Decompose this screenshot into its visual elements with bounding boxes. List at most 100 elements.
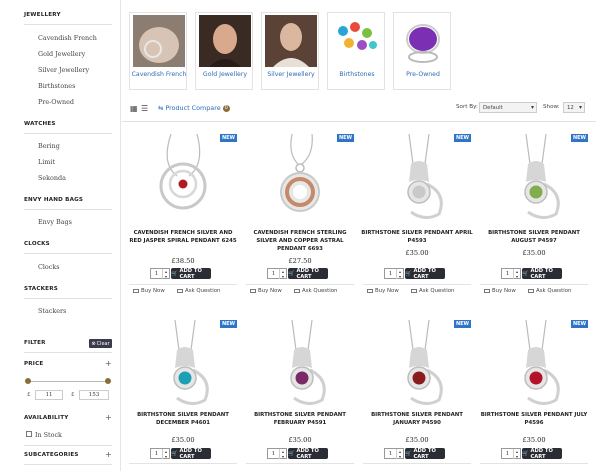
currency-symbol: £ — [71, 392, 75, 398]
add-to-cart-button[interactable]: 🛒 ADD TO CART — [288, 267, 328, 280]
ask-question-link[interactable]: Ask Question — [528, 288, 571, 294]
product-image[interactable] — [248, 319, 352, 408]
divider — [480, 463, 588, 464]
ask-question-link[interactable]: Ask Question — [411, 288, 454, 294]
new-badge: NEW — [337, 134, 354, 142]
category-label: Pre-Owned — [406, 71, 440, 78]
expand-subcategories-icon[interactable]: + — [105, 450, 112, 459]
list-view-icon[interactable]: ☰ — [141, 104, 148, 113]
grid-view-icon[interactable]: ▦ — [130, 104, 138, 113]
price-slider-track[interactable] — [27, 381, 108, 382]
divider — [129, 284, 237, 285]
cart-icon: 🛒 — [405, 450, 412, 457]
quantity-stepper[interactable]: 1 ▴ ▾ — [150, 268, 170, 279]
sidebar-item-envy-bags[interactable]: Envy Bags — [38, 218, 72, 226]
product-image[interactable] — [365, 133, 469, 222]
sidebar: JEWELLERY Cavendish French Gold Jeweller… — [0, 0, 121, 471]
sidebar-item-gold-jewellery[interactable]: Gold Jewellery — [38, 50, 85, 58]
add-to-cart-label: ADD TO CART — [296, 267, 319, 280]
add-to-cart-button[interactable]: 🛒 ADD TO CART — [522, 448, 562, 460]
sort-by-select[interactable]: Default ▾ — [479, 102, 537, 113]
product-name[interactable]: BIRTHSTONE SILVER PENDANT JULY P4596 — [478, 411, 590, 427]
product-image[interactable] — [131, 133, 235, 222]
sidebar-item-clocks[interactable]: Clocks — [38, 263, 60, 271]
product-name[interactable]: BIRTHSTONE SILVER PENDANT JANUARY P4590 — [361, 411, 473, 427]
sidebar-item-sekonda[interactable]: Sekonda — [38, 174, 66, 182]
add-to-cart-button[interactable]: 🛒 ADD TO CART — [405, 268, 445, 280]
ask-question-link[interactable]: Ask Question — [177, 288, 220, 294]
divider — [363, 284, 471, 285]
stepper-arrows-icon: ▴ ▾ — [279, 448, 286, 459]
sidebar-item-bering[interactable]: Bering — [38, 142, 60, 150]
quantity-stepper[interactable]: 1 ▴ ▾ — [384, 268, 404, 279]
add-to-cart-button[interactable]: 🛒 ADD TO CART — [522, 267, 562, 280]
add-to-cart-button[interactable]: 🛒 ADD TO CART — [171, 448, 211, 460]
quantity-value: 1 — [154, 270, 159, 277]
quantity-stepper[interactable]: 1 ▴ ▾ — [267, 268, 287, 279]
buy-now-label: Buy Now — [492, 288, 516, 294]
category-image — [331, 15, 383, 67]
product-image[interactable] — [248, 133, 352, 222]
sidebar-item-limit[interactable]: Limit — [38, 158, 55, 166]
product-image[interactable] — [482, 133, 586, 222]
product-card: NEW BIRTHSTONE SILVER PENDANT JULY P4596… — [476, 318, 592, 471]
ask-question-link[interactable]: Ask Question — [294, 288, 337, 294]
product-card: NEW BIRTHSTONE SILVER PENDANT DECEMBER P… — [125, 318, 241, 471]
price-slider-min-handle[interactable] — [25, 378, 31, 384]
category-tile-pre-owned[interactable]: Pre-Owned — [393, 12, 451, 90]
price-slider-max-handle[interactable] — [105, 378, 111, 384]
buy-now-link[interactable]: Buy Now — [133, 288, 165, 294]
quantity-stepper[interactable]: 1 ▴ ▾ — [150, 448, 170, 459]
category-tile-gold-jewellery[interactable]: Gold Jewellery — [195, 12, 253, 90]
product-image[interactable] — [365, 319, 469, 408]
add-to-cart-label: ADD TO CART — [179, 267, 202, 280]
product-price: £35.00 — [288, 436, 312, 444]
add-to-cart-label: ADD TO CART — [530, 267, 553, 280]
product-image[interactable] — [482, 319, 586, 408]
category-tile-cavendish-french[interactable]: Cavendish French — [129, 12, 187, 90]
product-price: £38.50 — [171, 257, 195, 265]
divider — [24, 445, 112, 446]
product-name[interactable]: CAVENDISH FRENCH SILVER AND RED JASPER S… — [127, 229, 239, 245]
expand-availability-icon[interactable]: + — [105, 413, 112, 422]
compare-icon: ⇆ — [158, 104, 164, 112]
buy-now-icon — [367, 289, 373, 293]
sidebar-item-birthstones[interactable]: Birthstones — [38, 82, 75, 90]
category-label: Gold Jewellery — [202, 71, 248, 78]
price-max-input[interactable]: 153 — [79, 390, 109, 400]
buy-now-link[interactable]: Buy Now — [250, 288, 282, 294]
expand-price-icon[interactable]: + — [105, 359, 112, 368]
product-name[interactable]: BIRTHSTONE SILVER PENDANT FEBRUARY P4591 — [244, 411, 356, 427]
product-compare-label: Product Compare — [165, 104, 221, 112]
mail-icon — [294, 289, 300, 293]
quantity-stepper[interactable]: 1 ▴ ▾ — [501, 268, 521, 279]
product-name[interactable]: CAVENDISH FRENCH STERLING SILVER AND COP… — [244, 229, 356, 253]
buy-now-link[interactable]: Buy Now — [367, 288, 399, 294]
clear-filter-button[interactable]: ⊗ Clear — [89, 339, 112, 348]
show-select[interactable]: 12 ▾ — [563, 102, 585, 113]
buy-now-link[interactable]: Buy Now — [484, 288, 516, 294]
in-stock-checkbox[interactable] — [26, 431, 32, 437]
add-to-cart-button[interactable]: 🛒 ADD TO CART — [171, 267, 211, 280]
add-to-cart-button[interactable]: 🛒 ADD TO CART — [405, 448, 445, 460]
product-name[interactable]: BIRTHSTONE SILVER PENDANT AUGUST P4597 — [478, 229, 590, 245]
sidebar-item-pre-owned[interactable]: Pre-Owned — [38, 98, 74, 106]
product-compare-link[interactable]: ⇆ Product Compare 0 — [158, 104, 230, 112]
price-min-input[interactable]: 11 — [35, 390, 63, 400]
ask-question-label: Ask Question — [302, 288, 338, 294]
product-name[interactable]: BIRTHSTONE SILVER PENDANT DECEMBER P4601 — [127, 411, 239, 427]
quantity-stepper[interactable]: 1 ▴ ▾ — [267, 448, 287, 459]
quantity-stepper[interactable]: 1 ▴ ▾ — [384, 448, 404, 459]
chevron-down-icon: ▾ — [578, 104, 582, 111]
quantity-stepper[interactable]: 1 ▴ ▾ — [501, 448, 521, 459]
category-tile-birthstones[interactable]: Birthstones — [327, 12, 385, 90]
sidebar-item-silver-jewellery[interactable]: Silver Jewellery — [38, 66, 89, 74]
add-to-cart-button[interactable]: 🛒 ADD TO CART — [288, 448, 328, 460]
category-tile-silver-jewellery[interactable]: Silver Jewellery — [261, 12, 319, 90]
sidebar-item-cavendish-french[interactable]: Cavendish French — [38, 34, 97, 42]
product-image[interactable] — [131, 319, 235, 408]
category-image — [265, 15, 317, 67]
category-image — [199, 15, 251, 67]
sidebar-item-stackers[interactable]: Stackers — [38, 307, 66, 315]
product-name[interactable]: BIRTHSTONE SILVER PENDANT APRIL P4593 — [361, 229, 473, 245]
